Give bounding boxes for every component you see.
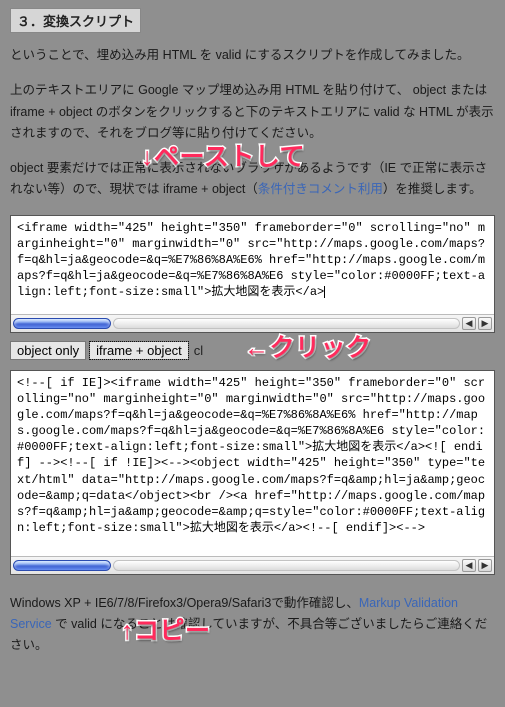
scroll-thumb[interactable] xyxy=(13,318,111,329)
button-row: object only iframe + object cl xyxy=(10,341,495,360)
output-textarea-container: <!--[ if IE]><iframe width="425" height=… xyxy=(10,370,495,575)
scroll-right-button[interactable]: ▶ xyxy=(478,559,492,572)
scroll-left-button[interactable]: ◀ xyxy=(462,317,476,330)
input-textarea[interactable]: <iframe width="425" height="350" framebo… xyxy=(11,216,494,314)
footer-text-pre: Windows XP + IE6/7/8/Firefox3/Opera9/Saf… xyxy=(10,596,359,610)
paragraph-instructions: 上のテキストエリアに Google マップ埋め込み用 HTML を貼り付けて、 … xyxy=(10,80,495,144)
input-textarea-container: <iframe width="425" height="350" framebo… xyxy=(10,215,495,333)
scroll-right-button[interactable]: ▶ xyxy=(478,317,492,330)
horizontal-scrollbar-2[interactable]: ◀ ▶ xyxy=(11,556,494,574)
paragraph-note: object 要素だけでは正常に表示されないブラウザがあるようです（IE で正常… xyxy=(10,158,495,201)
text-cursor xyxy=(324,286,325,298)
note-text-post: ）を推奨します。 xyxy=(383,182,482,196)
footer-paragraph: Windows XP + IE6/7/8/Firefox3/Opera9/Saf… xyxy=(10,593,495,657)
horizontal-scrollbar[interactable]: ◀ ▶ xyxy=(11,314,494,332)
conditional-comment-link[interactable]: 条件付きコメント利用 xyxy=(258,182,383,196)
scroll-left-button[interactable]: ◀ xyxy=(462,559,476,572)
object-only-button[interactable]: object only xyxy=(10,341,86,360)
section-heading: ３．変換スクリプト xyxy=(10,8,141,33)
scroll-thumb[interactable] xyxy=(13,560,111,571)
iframe-object-button[interactable]: iframe + object xyxy=(89,341,189,360)
truncated-button[interactable]: cl xyxy=(194,343,203,358)
footer-text-post: で valid になることは確認していますが、不具合等ございましたらご連絡くださ… xyxy=(10,617,487,652)
scroll-track[interactable] xyxy=(113,560,460,571)
paragraph-intro: ということで、埋め込み用 HTML を valid にするスクリプトを作成してみ… xyxy=(10,45,495,66)
output-textarea[interactable]: <!--[ if IE]><iframe width="425" height=… xyxy=(11,371,494,556)
scroll-track[interactable] xyxy=(113,318,460,329)
